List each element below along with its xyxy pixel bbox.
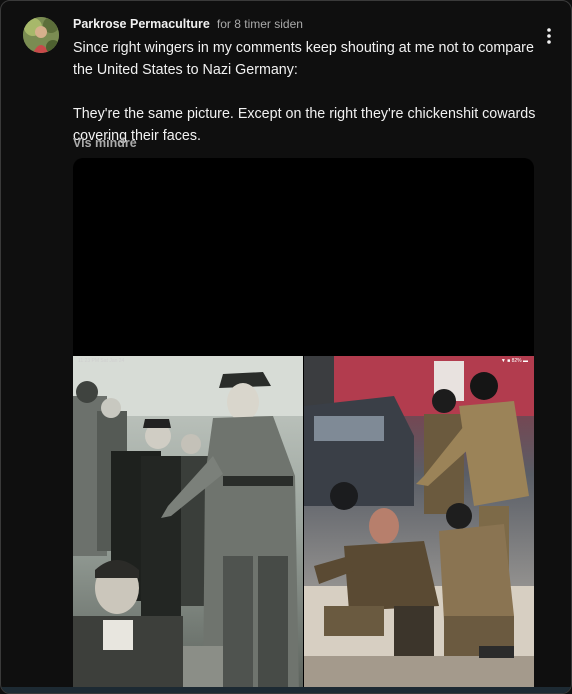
- historical-photo: 11:23 PM Sat Jan 24: [73, 356, 303, 693]
- comment-card: Parkrose Permaculture for 8 timer siden …: [0, 0, 572, 694]
- right-status-bar: ▼ ■ 82% ▬: [500, 358, 528, 364]
- more-vertical-icon: [547, 28, 551, 44]
- modern-photo: ▼ ■ 82% ▬: [304, 356, 534, 693]
- historical-photo-image: [73, 356, 303, 693]
- bottom-divider: [1, 687, 571, 693]
- modern-photo-image: [304, 356, 534, 693]
- comment-header: Parkrose Permaculture for 8 timer siden: [73, 17, 303, 33]
- comment-image[interactable]: 11:23 PM Sat Jan 24 ▼ ■ 82% ▬: [73, 158, 534, 693]
- comment-timestamp[interactable]: for 8 timer siden: [217, 17, 303, 31]
- show-less-button[interactable]: Vis mindre: [73, 136, 137, 150]
- author-avatar[interactable]: [23, 17, 59, 53]
- comment-paragraph-2: They're the same picture. Except on the …: [73, 106, 536, 144]
- author-name[interactable]: Parkrose Permaculture: [73, 17, 210, 31]
- avatar-image: [23, 17, 59, 53]
- left-status-bar: 11:23 PM Sat Jan 24: [78, 358, 125, 364]
- comment-text: Since right wingers in my comments keep …: [73, 37, 543, 147]
- comment-paragraph-1: Since right wingers in my comments keep …: [73, 40, 534, 78]
